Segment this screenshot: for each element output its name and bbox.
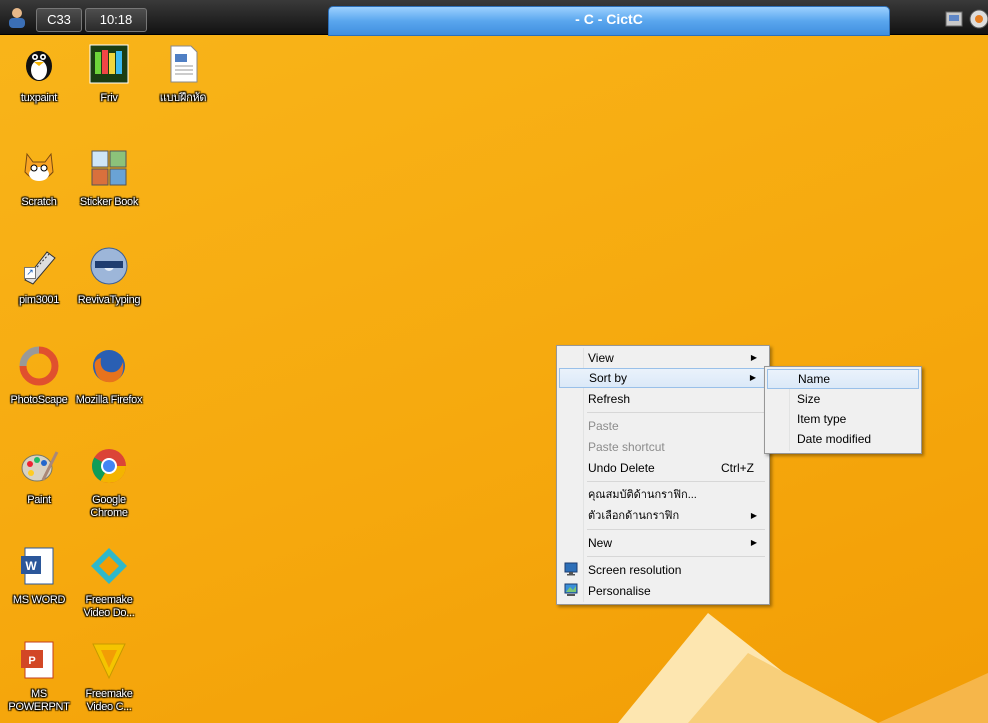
menu-item-sort-name[interactable]: Name bbox=[767, 369, 919, 389]
menu-item-label: คุณสมบัติด้านกราฟิก... bbox=[588, 489, 697, 501]
menu-item-sort-item-type[interactable]: Item type bbox=[767, 409, 919, 429]
desktop-icon-ms-powerpoint[interactable]: P MS POWERPNT bbox=[4, 640, 74, 714]
top-bar: C33 10:18 - C - CictC bbox=[0, 0, 988, 36]
menu-item-screen-resolution[interactable]: Screen resolution bbox=[559, 560, 767, 580]
icon-label: แบบฝึกหัด bbox=[159, 92, 207, 104]
menu-item-label: Date modified bbox=[797, 432, 872, 446]
menu-item-sort-by[interactable]: Sort by ▶ bbox=[559, 368, 767, 388]
station-label: C33 bbox=[36, 8, 82, 32]
icon-label: MS WORD bbox=[12, 594, 66, 606]
desktop-icon-revivatyping[interactable]: RevivaTyping bbox=[74, 246, 144, 307]
desktop-icon-pim3001[interactable]: ↗ pim3001 bbox=[4, 246, 74, 307]
desktop-icon-exercise-doc[interactable]: แบบฝึกหัด bbox=[148, 44, 218, 105]
icon-label: Freemake Video C... bbox=[85, 688, 133, 713]
svg-text:W: W bbox=[25, 559, 37, 573]
menu-separator bbox=[587, 556, 765, 557]
desktop-icon-scratch[interactable]: Scratch bbox=[4, 148, 74, 209]
menu-separator bbox=[587, 412, 765, 413]
menu-item-sort-date-modified[interactable]: Date modified bbox=[767, 429, 919, 449]
icon-label: MS POWERPNT bbox=[8, 688, 70, 713]
svg-text:P: P bbox=[28, 655, 35, 667]
menu-item-label: Screen resolution bbox=[588, 563, 682, 577]
icon-label: tuxpaint bbox=[20, 92, 58, 104]
submenu-arrow-icon: ▶ bbox=[749, 373, 756, 382]
menu-item-graphics-options[interactable]: ตัวเลือกด้านกราฟิก ▶ bbox=[559, 506, 767, 526]
desktop-context-menu: View ▶ Sort by ▶ Refresh Paste Paste sho… bbox=[556, 345, 770, 605]
freemake-downloader-icon bbox=[91, 548, 127, 584]
document-icon bbox=[170, 45, 198, 83]
paint-icon bbox=[21, 451, 59, 482]
ms-powerpoint-icon: P bbox=[21, 641, 54, 679]
user-icon[interactable] bbox=[6, 6, 28, 28]
wallpaper-paper-shapes bbox=[618, 613, 988, 723]
menu-item-label: Size bbox=[797, 392, 821, 406]
submenu-arrow-icon: ▶ bbox=[750, 353, 757, 362]
menu-item-new[interactable]: New ▶ bbox=[559, 533, 767, 553]
icon-label: Paint bbox=[27, 494, 51, 506]
icon-label: Freemake Video Do... bbox=[83, 594, 135, 619]
screen-resolution-icon bbox=[564, 562, 578, 576]
clock: 10:18 bbox=[85, 8, 147, 32]
submenu-arrow-icon: ▶ bbox=[750, 511, 757, 520]
menu-item-sort-size[interactable]: Size bbox=[767, 389, 919, 409]
desktop-icon-firefox[interactable]: Mozilla Firefox bbox=[74, 346, 144, 407]
menu-item-undo-delete[interactable]: Undo Delete Ctrl+Z bbox=[559, 458, 767, 478]
freemake-converter-icon bbox=[92, 643, 126, 680]
icon-label: Google Chrome bbox=[90, 494, 128, 519]
firefox-icon bbox=[93, 350, 125, 383]
icon-label: Mozilla Firefox bbox=[75, 394, 143, 406]
revivatyping-icon bbox=[90, 247, 128, 285]
menu-item-label: Paste shortcut bbox=[588, 440, 665, 454]
icon-label: Sticker Book bbox=[79, 196, 139, 208]
menu-item-view[interactable]: View ▶ bbox=[559, 348, 767, 368]
chrome-icon bbox=[92, 449, 126, 483]
menu-item-label: View bbox=[588, 351, 614, 365]
menu-item-personalise[interactable]: Personalise bbox=[559, 581, 767, 601]
sticker-book-icon bbox=[91, 150, 127, 186]
scratch-icon bbox=[24, 152, 54, 181]
desktop-icon-sticker-book[interactable]: Sticker Book bbox=[74, 148, 144, 209]
system-tray-icons[interactable] bbox=[942, 6, 988, 32]
desktop-icon-photoscape[interactable]: PhotoScape bbox=[4, 346, 74, 407]
menu-separator bbox=[587, 481, 765, 482]
personalise-icon bbox=[564, 583, 578, 596]
icon-label: Friv bbox=[100, 92, 118, 104]
friv-icon bbox=[89, 44, 129, 84]
menu-item-paste: Paste bbox=[559, 416, 767, 436]
menu-item-label: Personalise bbox=[588, 584, 651, 598]
icon-label: Scratch bbox=[21, 196, 57, 208]
sort-by-submenu: Name Size Item type Date modified bbox=[764, 366, 922, 454]
desktop-icon-freemake-video-downloader[interactable]: Freemake Video Do... bbox=[74, 546, 144, 620]
submenu-arrow-icon: ▶ bbox=[750, 538, 757, 547]
icon-label: pim3001 bbox=[18, 294, 60, 306]
shortcut-arrow-icon: ↗ bbox=[24, 267, 36, 279]
pim3001-icon bbox=[24, 251, 56, 285]
desktop-icon-paint[interactable]: Paint bbox=[4, 446, 74, 507]
menu-separator bbox=[587, 529, 765, 530]
menu-item-label: Name bbox=[798, 372, 831, 386]
window-title-tab[interactable]: - C - CictC bbox=[328, 6, 890, 36]
menu-item-label: Paste bbox=[588, 419, 619, 433]
desktop-icon-ms-word[interactable]: W MS WORD bbox=[4, 546, 74, 607]
menu-item-shortcut: Ctrl+Z bbox=[721, 461, 754, 475]
desktop-icon-friv[interactable]: Friv bbox=[74, 44, 144, 105]
menu-item-graphics-properties[interactable]: คุณสมบัติด้านกราฟิก... bbox=[559, 485, 767, 505]
tuxpaint-icon bbox=[26, 51, 52, 81]
menu-item-label: New bbox=[588, 536, 613, 550]
menu-item-refresh[interactable]: Refresh bbox=[559, 389, 767, 409]
menu-item-label: Sort by bbox=[589, 371, 628, 385]
ms-word-icon: W bbox=[21, 547, 54, 585]
menu-item-label: ตัวเลือกด้านกราฟิก bbox=[588, 510, 680, 522]
photoscape-icon bbox=[19, 346, 59, 386]
menu-item-label: Item type bbox=[797, 412, 847, 426]
menu-item-label: Refresh bbox=[588, 392, 631, 406]
menu-item-label: Undo Delete bbox=[588, 461, 655, 475]
icon-label: PhotoScape bbox=[10, 394, 68, 406]
desktop-icon-freemake-video-converter[interactable]: Freemake Video C... bbox=[74, 640, 144, 714]
desktop-icon-chrome[interactable]: Google Chrome bbox=[74, 446, 144, 520]
icon-label: RevivaTyping bbox=[77, 294, 141, 306]
desktop-icon-tuxpaint[interactable]: tuxpaint bbox=[4, 44, 74, 105]
menu-item-paste-shortcut: Paste shortcut bbox=[559, 437, 767, 457]
